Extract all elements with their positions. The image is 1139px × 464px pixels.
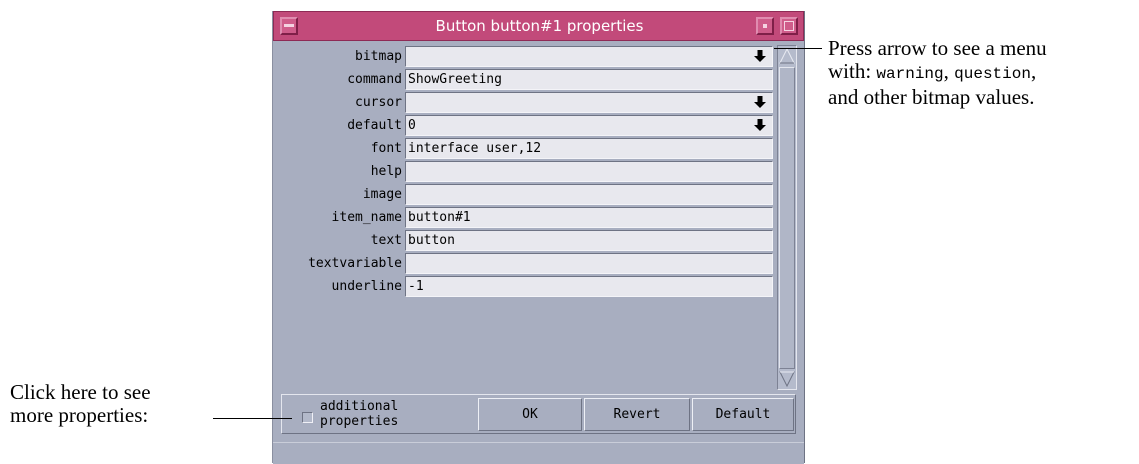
default-button[interactable]: Default [692, 398, 794, 431]
button-bar: additional properties OK Revert Default [281, 394, 796, 434]
property-field-bitmap[interactable] [405, 46, 773, 67]
property-label: image [362, 187, 402, 202]
scroll-up-icon[interactable] [778, 46, 796, 66]
property-field-help[interactable] [405, 161, 773, 182]
additional-properties-checkbox[interactable] [302, 412, 313, 423]
property-field-command[interactable]: ShowGreeting [405, 69, 773, 90]
property-field-font[interactable]: interface user,12 [405, 138, 773, 159]
property-field-cursor[interactable] [405, 92, 773, 113]
property-label: bitmap [355, 49, 402, 64]
checkbox-callout-line [213, 418, 292, 419]
status-bar [273, 442, 804, 464]
property-row-cursor: cursor [273, 92, 778, 114]
property-label: textvariable [308, 256, 402, 271]
arrow-note-tail: , [1030, 59, 1037, 83]
property-label: underline [331, 279, 402, 294]
property-field-item-name[interactable]: button#1 [405, 207, 773, 228]
down-arrow-icon[interactable] [753, 49, 767, 63]
property-field-default[interactable]: 0 [405, 115, 773, 136]
property-row-bitmap: bitmap [273, 46, 778, 68]
checkbox-callout: Click here to see more properties: [10, 381, 210, 427]
arrow-note-with: with: [828, 59, 877, 83]
checkbox-note-line2: more properties: [10, 403, 149, 427]
property-row-image: image [273, 184, 778, 206]
checkbox-label-line1: additional [320, 399, 399, 414]
property-row-item-name: item_name button#1 [273, 207, 778, 229]
arrow-note-line3: and other bitmap values. [828, 85, 1035, 109]
down-arrow-icon[interactable] [753, 95, 767, 109]
property-label: font [370, 141, 402, 156]
title-bar[interactable]: Button button#1 properties [273, 11, 804, 41]
ok-button[interactable]: OK [478, 398, 582, 431]
property-label: default [347, 118, 402, 133]
arrow-note-line1: Press arrow to see a menu [828, 36, 1047, 60]
property-label: cursor [355, 95, 402, 110]
scroll-thumb[interactable] [779, 67, 795, 369]
arrow-note-code-warning: warning [876, 65, 944, 83]
property-label: item_name [331, 210, 402, 225]
vertical-scrollbar[interactable] [777, 45, 797, 390]
window-title: Button button#1 properties [435, 17, 644, 35]
arrow-note-code-question: question [954, 65, 1031, 83]
properties-window: Button button#1 properties bitmap command… [272, 11, 805, 464]
property-row-command: command ShowGreeting [273, 69, 778, 91]
property-label: command [347, 72, 402, 87]
property-label: text [370, 233, 402, 248]
property-field-image[interactable] [405, 184, 773, 205]
minimize-button[interactable] [756, 17, 774, 35]
property-row-help: help [273, 161, 778, 183]
property-field-text[interactable]: button [405, 230, 773, 251]
arrow-callout-line [774, 48, 822, 49]
property-field-underline[interactable]: -1 [405, 276, 773, 297]
maximize-button[interactable] [780, 17, 798, 35]
property-row-text: text button [273, 230, 778, 252]
property-row-default: default 0 [273, 115, 778, 137]
down-arrow-icon[interactable] [753, 118, 767, 132]
property-field-textvariable[interactable] [405, 253, 773, 274]
property-label: help [370, 164, 402, 179]
revert-button[interactable]: Revert [584, 398, 690, 431]
arrow-callout: Press arrow to see a menu with: warning,… [828, 37, 1128, 109]
arrow-note-line2: with: warning, question, [828, 60, 1128, 86]
property-row-underline: underline -1 [273, 276, 778, 298]
checkbox-note-line1: Click here to see [10, 380, 151, 404]
property-row-textvariable: textvariable [273, 253, 778, 275]
property-row-font: font interface user,12 [273, 138, 778, 160]
scroll-down-icon[interactable] [778, 369, 796, 389]
arrow-note-sep: , [943, 59, 955, 83]
checkbox-label-line2: properties [320, 414, 399, 429]
checkbox-label[interactable]: additional properties [320, 399, 430, 429]
